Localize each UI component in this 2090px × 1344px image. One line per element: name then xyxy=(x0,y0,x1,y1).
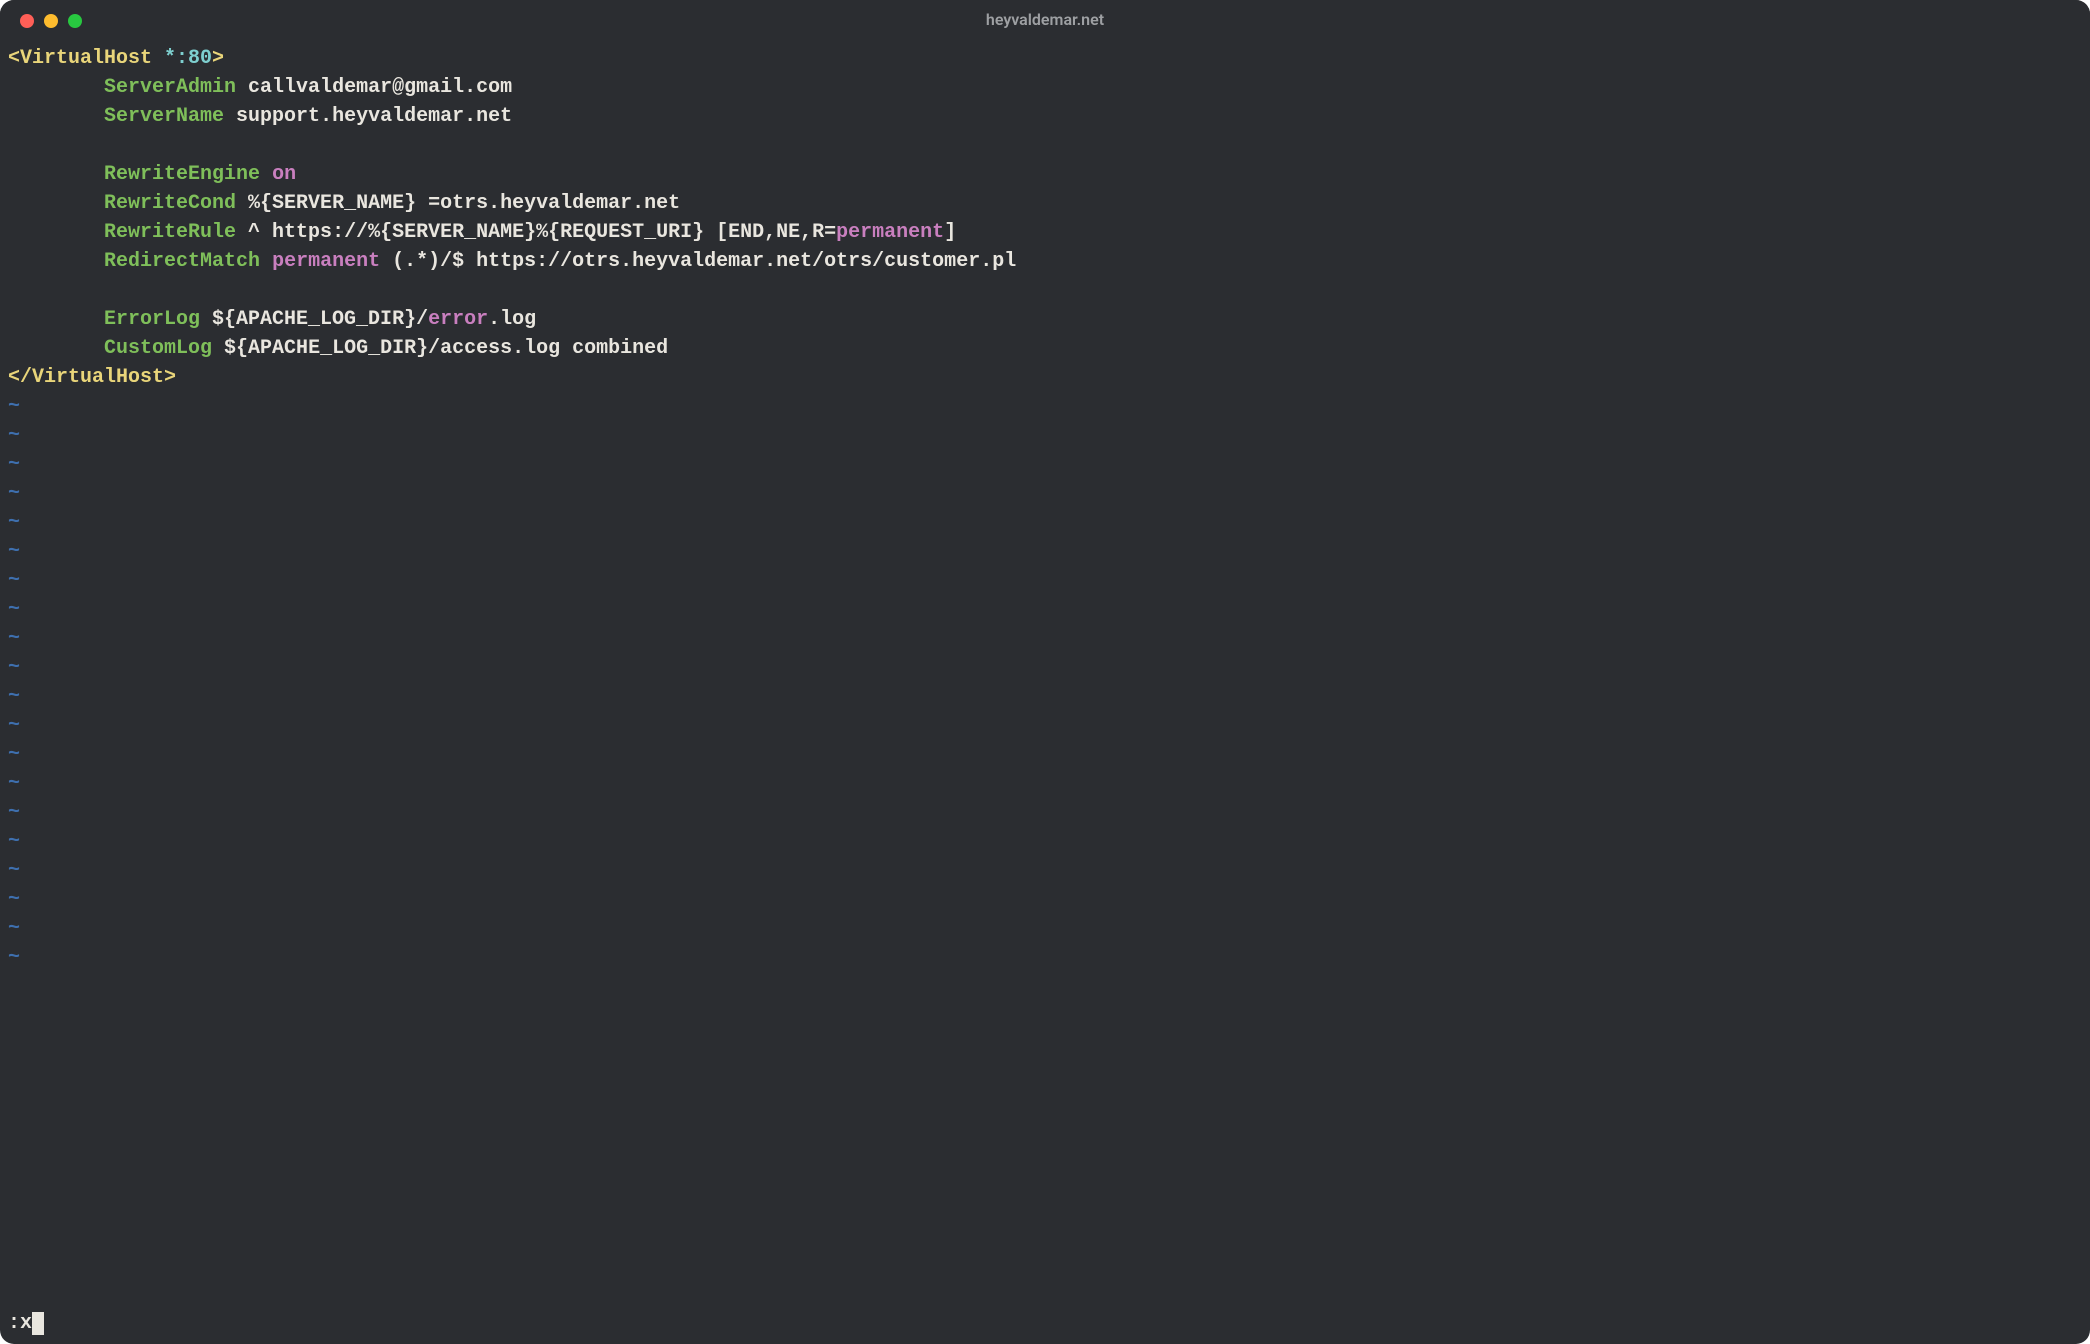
directive-redirectmatch: RedirectMatch xyxy=(104,250,260,273)
value-redirectmatch-kw: permanent xyxy=(272,250,380,273)
window-title: heyvaldemar.net xyxy=(986,8,1104,31)
empty-line-tilde: ~ xyxy=(8,830,20,853)
empty-line-tilde: ~ xyxy=(8,511,20,534)
empty-line-tilde: ~ xyxy=(8,917,20,940)
empty-line-tilde: ~ xyxy=(8,859,20,882)
value-errorlog-name: error xyxy=(428,308,488,331)
directive-serveradmin: ServerAdmin xyxy=(104,76,236,99)
vim-command-line[interactable]: :x xyxy=(0,1309,2090,1344)
terminal-window: heyvaldemar.net <VirtualHost *:80> Serve… xyxy=(0,0,2090,1344)
window-minimize-button[interactable] xyxy=(44,14,58,28)
empty-line-tilde: ~ xyxy=(8,685,20,708)
empty-line-tilde: ~ xyxy=(8,395,20,418)
vhost-open-tag-left: <VirtualHost xyxy=(8,47,164,70)
empty-line-tilde: ~ xyxy=(8,714,20,737)
window-close-button[interactable] xyxy=(20,14,34,28)
traffic-lights xyxy=(20,14,82,28)
empty-line-tilde: ~ xyxy=(8,453,20,476)
indent xyxy=(8,76,104,99)
value-errorlog-mid: ${APACHE_LOG_DIR}/ xyxy=(200,308,428,331)
vhost-close-tag: </VirtualHost> xyxy=(8,366,176,389)
directive-servername: ServerName xyxy=(104,105,224,128)
directive-rewritecond: RewriteCond xyxy=(104,192,236,215)
indent xyxy=(8,221,104,244)
title-bar: heyvaldemar.net xyxy=(0,0,2090,40)
empty-line-tilde: ~ xyxy=(8,627,20,650)
empty-line-tilde: ~ xyxy=(8,743,20,766)
empty-line-tilde: ~ xyxy=(8,946,20,969)
empty-line-tilde: ~ xyxy=(8,772,20,795)
value-rewriterule-tail: ] xyxy=(944,221,956,244)
empty-line-tilde: ~ xyxy=(8,540,20,563)
empty-line-tilde: ~ xyxy=(8,888,20,911)
value-customlog: ${APACHE_LOG_DIR}/access.log combined xyxy=(212,337,668,360)
empty-line-tilde: ~ xyxy=(8,801,20,824)
indent xyxy=(8,308,104,331)
indent xyxy=(8,337,104,360)
value-rewriteengine: on xyxy=(272,163,296,186)
vhost-open-tag-addr: *:80 xyxy=(164,47,212,70)
indent xyxy=(8,250,104,273)
value-redirectmatch-rest: (.*)/$ https://otrs.heyvaldemar.net/otrs… xyxy=(380,250,1016,273)
space xyxy=(260,163,272,186)
directive-rewriterule: RewriteRule xyxy=(104,221,236,244)
directive-rewriteengine: RewriteEngine xyxy=(104,163,260,186)
directive-customlog: CustomLog xyxy=(104,337,212,360)
indent xyxy=(8,163,104,186)
indent xyxy=(8,105,104,128)
value-rewriterule-flag: permanent xyxy=(836,221,944,244)
value-rewritecond: %{SERVER_NAME} =otrs.heyvaldemar.net xyxy=(236,192,680,215)
empty-line-tilde: ~ xyxy=(8,598,20,621)
empty-lines-block: ~ ~ ~ ~ ~ ~ ~ ~ ~ ~ ~ ~ ~ ~ ~ ~ ~ ~ ~ ~ xyxy=(8,395,20,969)
value-rewriterule-mid: ^ https://%{SERVER_NAME}%{REQUEST_URI} [… xyxy=(236,221,836,244)
editor-viewport[interactable]: <VirtualHost *:80> ServerAdmin callvalde… xyxy=(0,40,2090,1309)
directive-errorlog: ErrorLog xyxy=(104,308,200,331)
space xyxy=(260,250,272,273)
vim-command-text: :x xyxy=(8,1312,32,1335)
empty-line-tilde: ~ xyxy=(8,656,20,679)
empty-line-tilde: ~ xyxy=(8,569,20,592)
window-zoom-button[interactable] xyxy=(68,14,82,28)
cursor-icon xyxy=(32,1312,44,1335)
vhost-open-tag-right: > xyxy=(212,47,224,70)
value-servername: support.heyvaldemar.net xyxy=(224,105,512,128)
value-errorlog-tail: .log xyxy=(488,308,536,331)
empty-line-tilde: ~ xyxy=(8,424,20,447)
value-serveradmin: callvaldemar@gmail.com xyxy=(236,76,512,99)
empty-line-tilde: ~ xyxy=(8,482,20,505)
indent xyxy=(8,192,104,215)
